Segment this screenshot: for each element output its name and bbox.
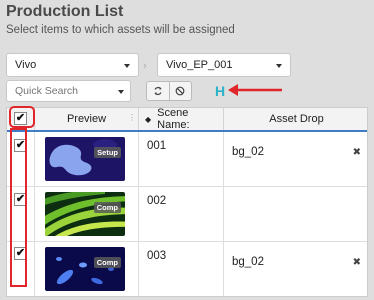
preview-cell: Comp <box>35 187 139 242</box>
refresh-button[interactable] <box>147 82 169 100</box>
red-arrow-annotation <box>228 84 282 96</box>
asset-name-text: bg_02 <box>232 256 264 268</box>
scene-name-cell: 002 <box>139 187 224 242</box>
asset-name-text: bg_02 <box>232 146 264 158</box>
comp-preview-image <box>45 192 125 236</box>
stage-badge: Comp <box>93 202 121 213</box>
asset-drop-header-label: Asset Drop <box>269 113 324 125</box>
scene-name-text: 003 <box>147 250 167 262</box>
red-highlight-checkbox-column <box>10 128 27 287</box>
h-button[interactable]: H <box>210 81 230 101</box>
table-row[interactable]: ✔ Comp 002 <box>7 187 367 242</box>
h-icon: H <box>214 83 226 99</box>
preview-cell: Comp <box>35 242 139 296</box>
search-dropdown-icon[interactable] <box>118 90 124 94</box>
episode-select[interactable]: Vivo_EP_001 <box>157 53 291 77</box>
refresh-clear-button-group <box>146 81 192 101</box>
chevron-down-icon <box>276 64 282 68</box>
preview-thumbnail[interactable]: Setup <box>45 137 125 181</box>
table-row[interactable]: ✔ Comp 003 bg_02 ✖ <box>7 242 367 296</box>
preview-cell: Setup <box>35 132 139 187</box>
red-highlight-select-all <box>9 106 35 128</box>
preview-thumbnail[interactable]: Comp <box>45 247 125 291</box>
preview-header-label: Preview <box>66 113 107 125</box>
refresh-icon <box>154 86 162 96</box>
remove-asset-icon[interactable]: ✖ <box>353 147 361 158</box>
scene-name-header-label: Scene Name: <box>157 107 190 131</box>
asset-drop-cell[interactable]: bg_02 ✖ <box>224 242 367 296</box>
sort-icon[interactable]: ◆ <box>145 115 151 124</box>
page-subtitle: Select items to which assets will be ass… <box>6 24 235 36</box>
chevron-down-icon <box>124 64 130 68</box>
column-menu-icon[interactable]: ⋮ <box>128 113 136 122</box>
scene-name-text: 001 <box>147 140 167 152</box>
table-header: ✔ Preview ⋮ ◆ Scene Name: Asset Drop <box>7 107 367 132</box>
comp-preview-image <box>45 247 125 291</box>
project-select-value: Vivo <box>15 59 37 71</box>
table-row[interactable]: ✔ Setup 001 bg_02 ✖ <box>7 132 367 187</box>
clear-button[interactable] <box>168 82 192 100</box>
project-select[interactable]: Vivo <box>6 53 139 77</box>
preview-column-header[interactable]: Preview ⋮ <box>35 108 139 130</box>
asset-drop-cell[interactable]: bg_02 ✖ <box>224 132 367 187</box>
production-table: ✔ Preview ⋮ ◆ Scene Name: Asset Drop ✔ S… <box>6 107 368 297</box>
setup-preview-image <box>45 137 125 181</box>
stage-badge: Comp <box>93 257 121 268</box>
breadcrumb-separator-icon: › <box>143 60 147 72</box>
preview-thumbnail[interactable]: Comp <box>45 192 125 236</box>
scene-name-text: 002 <box>147 195 167 207</box>
scene-name-cell: 003 <box>139 242 224 296</box>
scene-name-cell: 001 <box>139 132 224 187</box>
episode-select-value: Vivo_EP_001 <box>166 59 233 71</box>
remove-asset-icon[interactable]: ✖ <box>353 257 361 268</box>
no-entry-icon <box>175 86 185 96</box>
scene-name-column-header[interactable]: ◆ Scene Name: <box>139 107 224 131</box>
stage-badge: Setup <box>94 147 121 158</box>
page-title: Production List <box>6 3 124 20</box>
asset-drop-column-header: Asset Drop <box>224 108 367 130</box>
quick-search-input[interactable] <box>6 80 131 102</box>
asset-drop-cell[interactable] <box>224 187 367 242</box>
